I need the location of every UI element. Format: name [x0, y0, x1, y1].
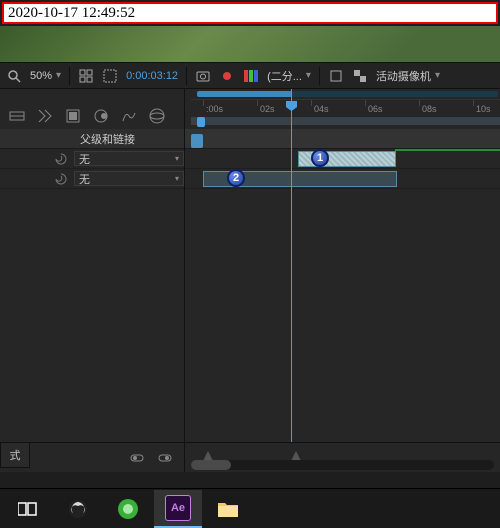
work-area-handle[interactable]	[197, 91, 292, 97]
composition-viewer[interactable]	[0, 26, 500, 62]
time-ruler[interactable]: :00s 02s 04s 06s 08s 10s	[191, 99, 500, 115]
shy-icon[interactable]	[36, 107, 54, 125]
record-icon[interactable]	[219, 68, 235, 84]
layer-track[interactable]	[185, 149, 500, 169]
pickwhip-icon[interactable]	[54, 172, 68, 186]
parent-dropdown[interactable]: 无▾	[74, 171, 184, 186]
mask-icon[interactable]	[102, 68, 118, 84]
timeline-panel: :00s 02s 04s 06s 08s 10s 父级和链接 无▾ 无▾	[0, 88, 500, 472]
ae-icon: Ae	[165, 495, 191, 521]
zoom-value[interactable]: 50%	[30, 70, 52, 82]
frame-blend-icon[interactable]	[64, 107, 82, 125]
timeline-footer	[0, 442, 500, 472]
parent-value: 无	[79, 171, 90, 187]
time-navigator[interactable]	[191, 117, 500, 125]
parent-dropdown[interactable]: 无▾	[74, 151, 184, 166]
taskbar-app-explorer[interactable]	[204, 490, 252, 528]
column-header-parent[interactable]: 父级和链接	[0, 129, 184, 149]
chevron-down-icon[interactable]: ▾	[56, 70, 61, 81]
task-view-button[interactable]	[4, 490, 52, 528]
tick-label: 08s	[422, 104, 437, 114]
mode-label[interactable]: 式	[0, 442, 30, 468]
tick-label: :00s	[206, 104, 223, 114]
navigator-handle[interactable]	[197, 117, 205, 127]
viewer-toolbar: 50% ▾ 0:00:03:12 (二分... ▾ 活动摄像机 ▾	[0, 62, 500, 88]
timestamp-overlay: 2020-10-17 12:49:52	[2, 2, 498, 24]
motion-blur-icon[interactable]	[92, 107, 110, 125]
grid-icon[interactable]	[78, 68, 94, 84]
marker[interactable]	[191, 134, 203, 148]
layer-row[interactable]: 无▾	[0, 149, 184, 169]
taskbar-app-aftereffects[interactable]: Ae	[154, 490, 202, 528]
tick-label: 04s	[314, 104, 329, 114]
chevron-down-icon: ▾	[175, 174, 179, 183]
zoom-slider[interactable]	[191, 460, 494, 470]
resolution-dropdown[interactable]: (二分...	[267, 68, 302, 84]
taskbar-app-browser[interactable]	[104, 490, 152, 528]
region-icon[interactable]	[328, 68, 344, 84]
chevron-down-icon[interactable]: ▾	[306, 70, 311, 81]
graph-editor-icon[interactable]	[120, 107, 138, 125]
draft3d-icon[interactable]	[148, 107, 166, 125]
layer-list: 父级和链接 无▾ 无▾	[0, 129, 185, 442]
render-icon[interactable]	[8, 107, 26, 125]
timecode-display[interactable]: 0:00:03:12	[126, 70, 178, 82]
toggle-switches-icon[interactable]	[130, 451, 144, 465]
timeline-header-toolbar	[0, 89, 185, 129]
annotation-2: 2	[227, 169, 245, 187]
tick-label: 10s	[476, 104, 491, 114]
magnify-icon[interactable]	[6, 68, 22, 84]
track-area[interactable]: 1 2	[185, 129, 500, 442]
transparency-grid-icon[interactable]	[352, 68, 368, 84]
tick-label: 06s	[368, 104, 383, 114]
chevron-down-icon[interactable]: ▾	[435, 70, 440, 81]
marker-track[interactable]	[185, 129, 500, 149]
tick-label: 02s	[260, 104, 275, 114]
channel-icon[interactable]	[243, 68, 259, 84]
annotation-1: 1	[311, 149, 329, 167]
time-ruler-area[interactable]: :00s 02s 04s 06s 08s 10s	[185, 89, 500, 129]
snapshot-icon[interactable]	[195, 68, 211, 84]
layer-row[interactable]: 无▾	[0, 169, 184, 189]
pickwhip-icon[interactable]	[54, 152, 68, 166]
chevron-down-icon: ▾	[175, 154, 179, 163]
taskbar-app-obs[interactable]	[54, 490, 102, 528]
toggle-modes-icon[interactable]	[158, 451, 172, 465]
timeline-header: :00s 02s 04s 06s 08s 10s	[0, 89, 500, 129]
parent-value: 无	[79, 151, 90, 167]
camera-dropdown[interactable]: 活动摄像机	[376, 68, 431, 84]
windows-taskbar: Ae	[0, 488, 500, 528]
zoom-handle[interactable]	[191, 460, 231, 470]
playhead-line[interactable]	[291, 89, 292, 442]
